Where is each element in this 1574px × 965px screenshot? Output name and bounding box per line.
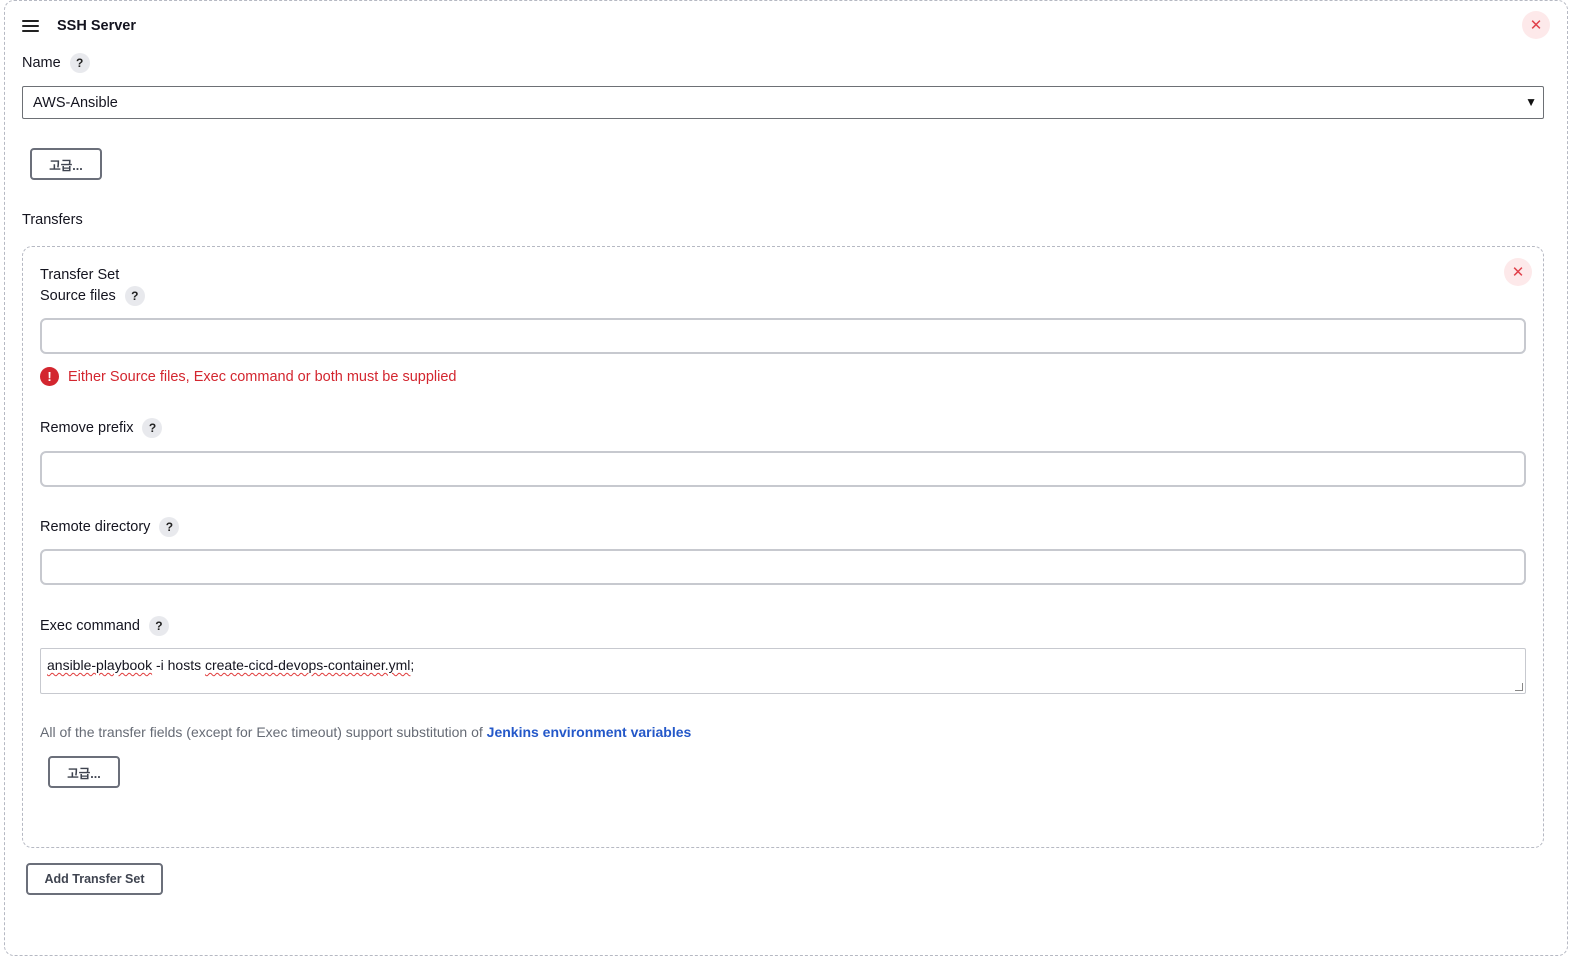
close-icon[interactable]: ✕: [1522, 11, 1550, 39]
remote-directory-label: Remote directory: [40, 519, 151, 535]
hamburger-icon[interactable]: [22, 20, 39, 32]
question-icon[interactable]: ?: [148, 616, 169, 636]
exec-command-textarea[interactable]: ansible-playbook -i hosts create-cicd-de…: [40, 648, 1526, 694]
remove-prefix-label: Remove prefix: [40, 420, 134, 436]
remote-directory-label-row: Remote directory ?: [40, 517, 180, 537]
source-files-label-row: Source files ?: [40, 286, 145, 306]
exec-command-label: Exec command: [40, 618, 140, 634]
source-files-error: ! Either Source files, Exec command or b…: [40, 367, 456, 386]
exec-command-part: -i hosts: [152, 657, 205, 673]
name-label-row: Name ?: [22, 53, 90, 73]
transfer-set-title: Transfer Set: [40, 267, 120, 283]
question-icon[interactable]: ?: [159, 517, 180, 537]
source-files-input[interactable]: [40, 318, 1526, 354]
exec-command-part: create-cicd-devops-container.yml: [204, 657, 411, 673]
panel-header: SSH Server: [22, 14, 136, 38]
remove-prefix-label-row: Remove prefix ?: [40, 418, 163, 438]
question-icon[interactable]: ?: [69, 53, 90, 73]
exec-command-label-row: Exec command ?: [40, 616, 169, 636]
remote-directory-input[interactable]: [40, 549, 1526, 585]
resize-handle[interactable]: [1515, 683, 1523, 691]
name-select[interactable]: AWS-Ansible ▼: [22, 86, 1544, 119]
question-icon[interactable]: ?: [142, 418, 163, 438]
add-transfer-set-button[interactable]: Add Transfer Set: [26, 863, 163, 895]
close-icon[interactable]: ✕: [1504, 258, 1532, 286]
source-files-label: Source files: [40, 288, 116, 304]
error-icon: !: [40, 367, 59, 386]
error-text: Either Source files, Exec command or bot…: [68, 368, 457, 385]
remove-prefix-input[interactable]: [40, 451, 1526, 487]
exec-command-part: ansible-playbook: [47, 657, 153, 673]
question-icon[interactable]: ?: [124, 286, 145, 306]
name-select-value: AWS-Ansible: [33, 94, 118, 111]
transfers-title: Transfers: [22, 212, 83, 228]
substitution-note: All of the transfer fields (except for E…: [40, 724, 691, 740]
advanced-button[interactable]: 고급...: [30, 148, 102, 180]
name-label: Name: [22, 55, 61, 71]
chevron-down-icon: ▼: [1525, 95, 1537, 109]
panel-title: SSH Server: [57, 18, 136, 34]
exec-command-part: ;: [410, 657, 415, 673]
jenkins-env-vars-link[interactable]: Jenkins environment variables: [487, 724, 692, 740]
note-text: All of the transfer fields (except for E…: [40, 724, 487, 740]
transfer-advanced-button[interactable]: 고급...: [48, 756, 120, 788]
